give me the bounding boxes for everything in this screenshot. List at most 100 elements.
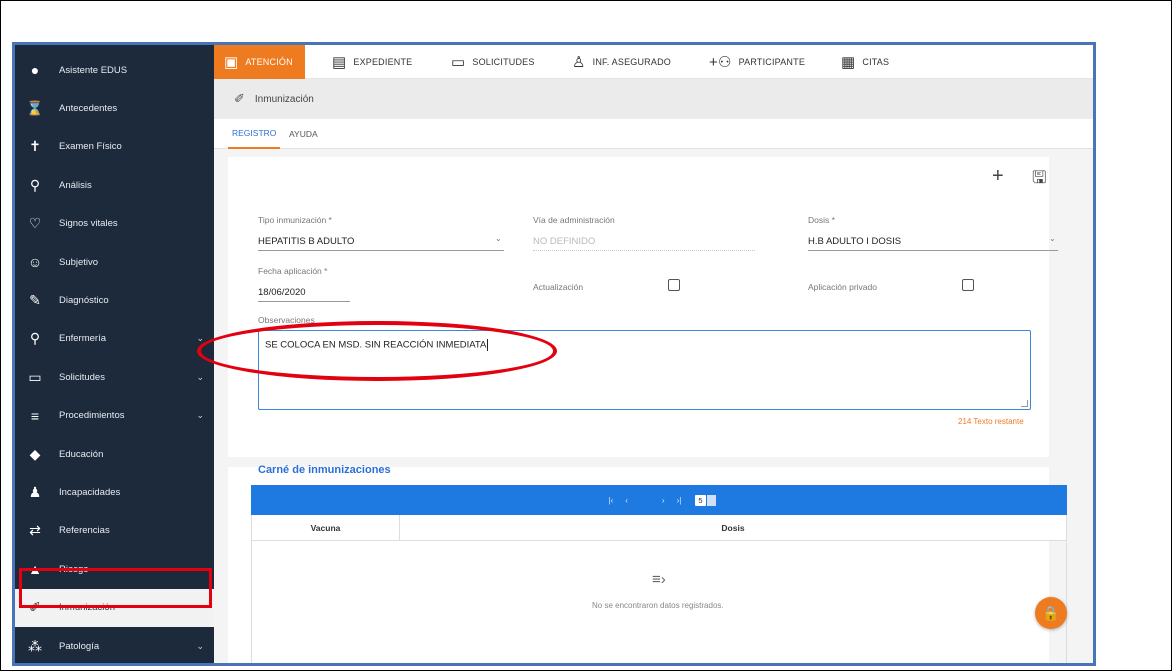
- chevron-down-icon[interactable]: ⌄: [196, 410, 204, 421]
- sidebar-item-label: Referencias: [59, 525, 110, 537]
- sidebar-item-signos-vitales[interactable]: ♡ Signos vitales: [15, 205, 214, 243]
- sidebar-item-antecedentes[interactable]: ⌛ Antecedentes: [15, 89, 214, 127]
- chevron-down-icon: ⌄: [495, 234, 502, 243]
- chevron-down-icon[interactable]: ⌄: [196, 372, 204, 383]
- tab-label: PARTICIPANTE: [738, 57, 806, 67]
- tab-label: CITAS: [862, 57, 890, 67]
- face-icon: ☺: [27, 254, 43, 270]
- chevron-down-icon: ⌄: [1049, 234, 1056, 243]
- hourglass-icon: ⌛: [26, 99, 44, 116]
- lock-icon: 🔒: [1042, 604, 1060, 621]
- sidebar-item-label: Incapacidades: [59, 486, 121, 498]
- via-administracion-field: NO DEFINIDO: [533, 236, 755, 251]
- chevron-down-icon[interactable]: ⌄: [196, 641, 204, 652]
- tab-participante[interactable]: +⚇ PARTICIPANTE: [709, 45, 805, 79]
- column-vacuna: Vacuna: [310, 523, 341, 533]
- person-icon: ♙: [572, 54, 586, 71]
- zoom-icon: ⚲: [29, 176, 41, 193]
- tab-atencion[interactable]: ▣ ATENCIÓN: [214, 45, 305, 79]
- next-page-icon[interactable]: ›: [662, 496, 665, 505]
- sidebar-item-label: Enfermería: [59, 333, 106, 345]
- tab-ayuda[interactable]: AYUDA: [289, 119, 318, 149]
- module-header: ✐ Inmunización: [214, 79, 1093, 119]
- tab-inf-asegurado[interactable]: ♙ INF. ASEGURADO: [572, 45, 671, 79]
- tab-expediente[interactable]: ▤ EXPEDIENTE: [332, 45, 412, 79]
- add-group-icon: +⚇: [709, 54, 732, 71]
- tipo-inmunizacion-select[interactable]: HEPATITIS B ADULTO: [258, 236, 504, 251]
- person-bed-icon: ♟: [28, 483, 42, 500]
- lock-save-fab[interactable]: 🔒: [1035, 597, 1067, 629]
- monitor-icon: ▭: [28, 368, 42, 385]
- fecha-aplicacion-input[interactable]: 18/06/2020: [258, 287, 350, 302]
- location-pin-icon: ⚲: [29, 330, 41, 347]
- fecha-aplicacion-label: Fecha aplicación *: [258, 266, 328, 276]
- empty-list-icon: ≡›: [652, 571, 666, 588]
- pencil-icon: ✐: [234, 91, 245, 106]
- form-card: [228, 157, 1049, 457]
- empty-message: No se encontraron datos registrados.: [592, 601, 724, 610]
- folder-icon: ▤: [332, 54, 347, 71]
- top-tab-bar: ▣ ATENCIÓN ▤ EXPEDIENTE ▭ SOLICITUDES ♙ …: [214, 45, 1093, 79]
- aplicacion-privado-checkbox[interactable]: [962, 279, 974, 291]
- sidebar-item-enfermeria[interactable]: ⚲ Enfermería ⌄: [15, 320, 214, 358]
- table-header: Vacuna Dosis: [251, 515, 1067, 541]
- calendar-icon: ▦: [841, 54, 856, 71]
- molecule-icon: ⁂: [28, 637, 42, 654]
- prev-page-icon[interactable]: ‹: [625, 496, 628, 505]
- sidebar-item-label: Examen Físico: [59, 141, 122, 153]
- dosis-label: Dosis *: [808, 215, 835, 225]
- remaining-chars: 214 Texto restante: [958, 417, 1024, 426]
- sidebar-item-label: Asistente EDUS: [59, 64, 128, 76]
- resize-handle[interactable]: [1021, 400, 1028, 407]
- tab-label: INF. ASEGURADO: [592, 57, 671, 67]
- sidebar-item-examen-fisico[interactable]: ✝ Examen Físico: [15, 128, 214, 166]
- sidebar-item-asistente-edus[interactable]: ● Asistente EDUS: [15, 51, 214, 89]
- sidebar-item-label: Procedimientos: [59, 410, 125, 422]
- sidebar-item-educacion[interactable]: ◆ Educación: [15, 435, 214, 473]
- tipo-inmunizacion-label: Tipo inmunización *: [258, 215, 332, 225]
- dosis-select[interactable]: H.B ADULTO I DOSIS: [808, 236, 1058, 251]
- page-size-select[interactable]: 5: [695, 494, 706, 506]
- sidebar-item-diagnostico[interactable]: ✎ Diagnóstico: [15, 281, 214, 319]
- person-icon: ✝: [29, 138, 41, 155]
- sidebar-item-label: Solicitudes: [59, 371, 105, 383]
- edit-line-icon: ✎: [29, 291, 41, 308]
- menu-lines-icon: ≡: [30, 407, 40, 424]
- annotation-ellipse: [197, 321, 557, 381]
- sidebar-item-label: Educación: [59, 448, 104, 460]
- app-window: ● Asistente EDUS ⌛ Antecedentes ✝ Examen Físi…: [12, 42, 1096, 666]
- table-pager: |‹ ‹ › ›| 5: [251, 485, 1067, 515]
- sidebar-item-patologia[interactable]: ⁂ Patología ⌄: [15, 627, 214, 663]
- sidebar-item-incapacidades[interactable]: ♟ Incapacidades: [15, 473, 214, 511]
- sidebar-item-label: Antecedentes: [59, 102, 118, 114]
- tab-label: EXPEDIENTE: [353, 57, 413, 67]
- sidebar-item-analisis[interactable]: ⚲ Análisis: [15, 166, 214, 204]
- sidebar-item-label: Análisis: [59, 179, 92, 191]
- annotation-rectangle: [19, 568, 212, 608]
- sidebar-item-referencias[interactable]: ⇄ Referencias: [15, 512, 214, 550]
- last-page-icon[interactable]: ›|: [677, 496, 682, 505]
- tab-label: ATENCIÓN: [245, 57, 293, 67]
- attention-icon: ▣: [224, 54, 239, 71]
- swap-arrows-icon: ⇄: [29, 522, 41, 539]
- column-dosis: Dosis: [721, 523, 745, 533]
- sidebar-item-label: Diagnóstico: [59, 294, 109, 306]
- tab-solicitudes[interactable]: ▭ SOLICITUDES: [451, 45, 535, 79]
- actualizacion-checkbox[interactable]: [668, 279, 680, 291]
- first-page-icon[interactable]: |‹: [608, 496, 613, 505]
- actualizacion-label: Actualización: [533, 282, 584, 292]
- carne-title: Carné de inmunizaciones: [258, 464, 391, 476]
- globe-icon: ●: [30, 62, 40, 78]
- add-icon[interactable]: +: [992, 165, 1004, 188]
- via-administracion-label: Vía de administración: [533, 215, 615, 225]
- sidebar-item-solicitudes[interactable]: ▭ Solicitudes ⌄: [15, 358, 214, 396]
- tab-registro[interactable]: REGISTRO: [228, 119, 281, 149]
- save-icon[interactable]: 🖫: [1032, 165, 1046, 194]
- graduation-cap-icon: ◆: [29, 445, 41, 462]
- tab-citas[interactable]: ▦ CITAS: [841, 45, 889, 79]
- sidebar-item-label: Signos vitales: [59, 218, 118, 230]
- sidebar-item-subjetivo[interactable]: ☺ Subjetivo: [15, 243, 214, 281]
- monitor-icon: ▭: [451, 54, 466, 71]
- aplicacion-privado-label: Aplicación privado: [808, 282, 877, 292]
- sidebar-item-procedimientos[interactable]: ≡ Procedimientos ⌄: [15, 397, 214, 435]
